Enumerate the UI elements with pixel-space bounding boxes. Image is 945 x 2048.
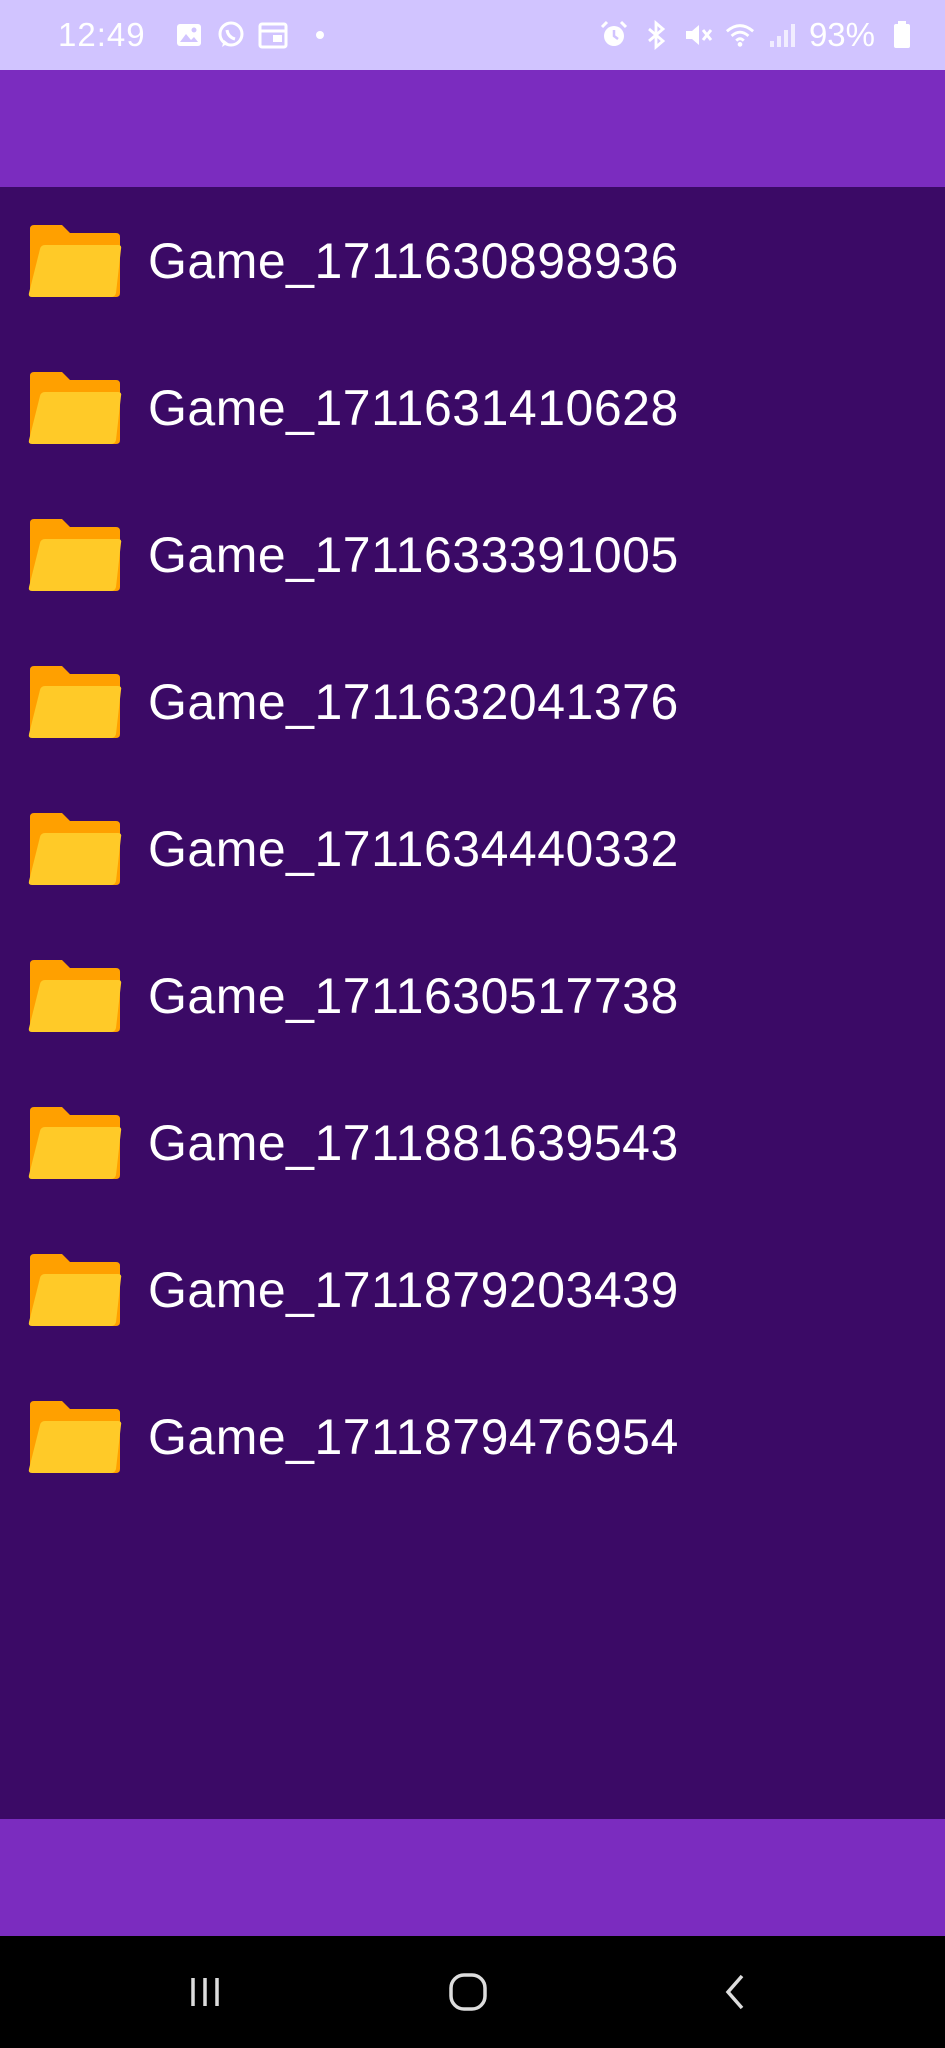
system-nav-bar bbox=[0, 1936, 945, 2048]
wifi-icon bbox=[725, 20, 755, 50]
folder-icon bbox=[28, 666, 122, 738]
folder-item[interactable]: Game_1711634440332 bbox=[0, 775, 945, 922]
whatsapp-icon bbox=[216, 20, 246, 50]
folder-icon bbox=[28, 813, 122, 885]
folder-item[interactable]: Game_1711630517738 bbox=[0, 922, 945, 1069]
folder-icon bbox=[28, 1254, 122, 1326]
folder-item[interactable]: Game_1711633391005 bbox=[0, 481, 945, 628]
recent-apps-icon bbox=[191, 1978, 219, 2006]
folder-name: Game_1711879203439 bbox=[148, 1261, 679, 1318]
folder-icon bbox=[28, 519, 122, 591]
folder-item[interactable]: Game_1711881639543 bbox=[0, 1069, 945, 1216]
recent-apps-button[interactable] bbox=[175, 1966, 235, 2018]
status-bar: 12:49 93% bbox=[0, 0, 945, 70]
folder-name: Game_1711631410628 bbox=[148, 379, 679, 436]
battery-percent: 93% bbox=[808, 16, 875, 53]
folder-name: Game_1711881639543 bbox=[148, 1114, 679, 1171]
folder-icon bbox=[28, 372, 122, 444]
home-button[interactable] bbox=[438, 1966, 498, 2018]
battery-icon bbox=[887, 20, 917, 50]
folder-list: Game_1711630898936 Game_1711631410628 Ga… bbox=[0, 187, 945, 1819]
folder-item[interactable]: Game_1711630898936 bbox=[0, 187, 945, 334]
folder-name: Game_1711632041376 bbox=[148, 673, 679, 730]
bottom-bar bbox=[0, 1819, 945, 1936]
folder-item[interactable]: Game_1711879476954 bbox=[0, 1363, 945, 1510]
folder-icon bbox=[28, 225, 122, 297]
status-time: 12:49 bbox=[58, 16, 146, 53]
signal-icon bbox=[767, 20, 797, 50]
folder-icon bbox=[28, 960, 122, 1032]
back-button[interactable] bbox=[706, 1966, 766, 2018]
folder-item[interactable]: Game_1711632041376 bbox=[0, 628, 945, 775]
folder-icon bbox=[28, 1401, 122, 1473]
status-bar-left: 12:49 bbox=[58, 16, 324, 54]
notification-dot-icon bbox=[315, 31, 324, 39]
gallery-icon bbox=[174, 20, 204, 50]
back-icon bbox=[725, 1974, 744, 2010]
folder-name: Game_1711634440332 bbox=[148, 820, 679, 877]
folder-name: Game_1711879476954 bbox=[148, 1408, 679, 1465]
home-icon bbox=[449, 1973, 487, 2011]
bluetooth-icon bbox=[641, 20, 671, 50]
folder-item[interactable]: Game_1711631410628 bbox=[0, 334, 945, 481]
folder-name: Game_1711630898936 bbox=[148, 232, 679, 289]
folder-icon bbox=[28, 1107, 122, 1179]
status-bar-right: 93% bbox=[599, 16, 917, 54]
mute-icon bbox=[683, 20, 713, 50]
folder-name: Game_1711633391005 bbox=[148, 526, 679, 583]
calendar-icon bbox=[258, 20, 288, 50]
alarm-icon bbox=[599, 20, 629, 50]
folder-item[interactable]: Game_1711879203439 bbox=[0, 1216, 945, 1363]
top-app-bar bbox=[0, 70, 945, 187]
folder-name: Game_1711630517738 bbox=[148, 967, 679, 1024]
